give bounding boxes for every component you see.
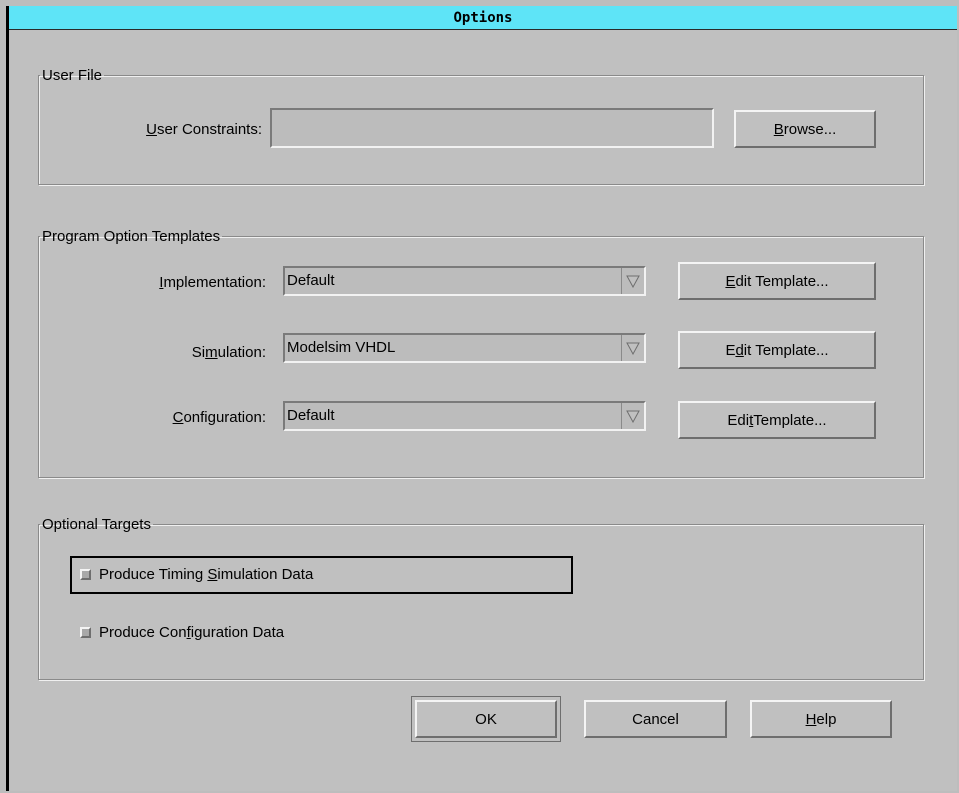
simulation-label: Simulation:	[191, 344, 266, 361]
produce-timing-simulation-checkbox[interactable]: Produce Timing Simulation Data	[80, 566, 313, 583]
edit-template-simulation-button[interactable]: Ed it Template...	[678, 331, 876, 369]
implementation-label: Implementation:	[159, 274, 266, 291]
simulation-value: Modelsim VHDL	[287, 339, 396, 356]
optional-targets-group: Optional Targets	[38, 516, 924, 680]
options-dialog: Options User File User Constraints: Brow…	[6, 6, 957, 791]
templates-legend: Program Option Templates	[42, 228, 221, 245]
checkbox-icon[interactable]	[80, 627, 91, 638]
implementation-value: Default	[287, 272, 335, 289]
produce-configuration-data-checkbox[interactable]: Produce Configuration Data	[80, 624, 284, 641]
edit-template-configuration-button[interactable]: Edi t Template...	[678, 401, 876, 439]
chevron-down-icon[interactable]	[621, 268, 644, 294]
user-file-legend: User File	[42, 67, 103, 84]
timing-checkbox-label: Produce Timing Simulation Data	[99, 566, 314, 583]
configuration-select[interactable]: Default	[283, 401, 646, 431]
ok-button[interactable]: OK	[411, 696, 561, 742]
help-button[interactable]: Help	[750, 700, 892, 738]
dialog-title: Options	[9, 6, 957, 30]
chevron-down-icon[interactable]	[621, 403, 644, 429]
cancel-button[interactable]: Cancel	[584, 700, 727, 738]
checkbox-icon[interactable]	[80, 569, 91, 580]
config-checkbox-label: Produce Configuration Data	[99, 624, 285, 641]
simulation-select[interactable]: Modelsim VHDL	[283, 333, 646, 363]
implementation-select[interactable]: Default	[283, 266, 646, 296]
targets-legend: Optional Targets	[42, 516, 151, 533]
chevron-down-icon[interactable]	[621, 335, 644, 361]
edit-template-implementation-button[interactable]: Edit Template...	[678, 262, 876, 300]
user-constraints-label: User Constraints:	[146, 121, 262, 138]
browse-button[interactable]: Browse...	[734, 110, 876, 148]
user-constraints-input[interactable]	[270, 108, 714, 148]
configuration-value: Default	[287, 407, 335, 424]
configuration-label: Configuration:	[172, 409, 266, 426]
